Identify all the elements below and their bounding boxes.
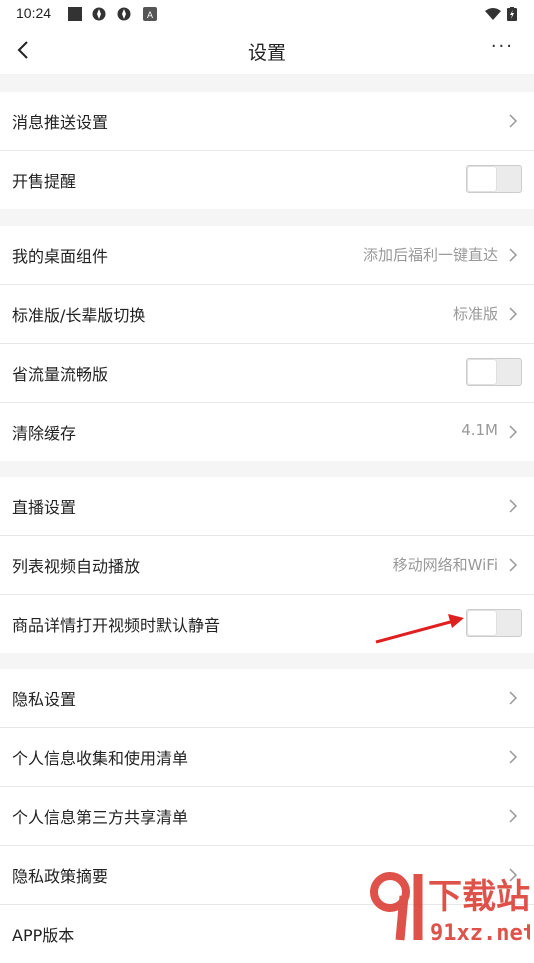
row-label: 开售提醒 xyxy=(12,172,77,191)
settings-group-notifications: 消息推送设置 开售提醒 xyxy=(0,92,534,209)
row-data-saver: 省流量流畅版 xyxy=(0,344,534,403)
row-label: 我的桌面组件 xyxy=(12,247,109,266)
row-label: 商品详情打开视频时默认静音 xyxy=(12,616,221,635)
row-label: 列表视频自动播放 xyxy=(12,557,141,576)
row-label: 隐私设置 xyxy=(12,690,77,709)
row-label: 直播设置 xyxy=(12,498,77,517)
row-label: 隐私政策摘要 xyxy=(12,867,109,886)
row-third-party-sharing[interactable]: 个人信息第三方共享清单 xyxy=(0,787,534,846)
row-desktop-widget[interactable]: 我的桌面组件 添加后福利一键直达 xyxy=(0,226,534,285)
chevron-right-icon xyxy=(509,114,518,128)
chevron-right-icon xyxy=(509,750,518,764)
row-value: 移动网络和WiFi xyxy=(392,556,498,574)
chevron-right-icon xyxy=(509,307,518,321)
row-sale-reminder: 开售提醒 xyxy=(0,151,534,209)
chevron-right-icon xyxy=(509,809,518,823)
status-bar: 10:24 A xyxy=(0,0,534,28)
a-notification-icon: A xyxy=(143,7,157,21)
gallery-notification-icon xyxy=(68,7,82,21)
row-label: 清除缓存 xyxy=(12,424,77,443)
row-version-switch[interactable]: 标准版/长辈版切换 标准版 xyxy=(0,285,534,344)
row-live-settings[interactable]: 直播设置 xyxy=(0,477,534,536)
battery-icon xyxy=(507,7,517,21)
sale-reminder-toggle[interactable] xyxy=(466,165,522,193)
more-options-icon[interactable]: ··· xyxy=(491,36,514,57)
chevron-right-icon xyxy=(509,499,518,513)
app-notification-icon xyxy=(117,7,131,21)
wifi-icon xyxy=(485,8,501,20)
row-label: 个人信息第三方共享清单 xyxy=(12,808,189,827)
row-info-collection[interactable]: 个人信息收集和使用清单 xyxy=(0,728,534,787)
default-mute-toggle[interactable] xyxy=(466,609,522,637)
watermark-logo: 下载站 91xz.net xyxy=(370,872,530,946)
row-label: 标准版/长辈版切换 xyxy=(12,306,146,325)
row-label: APP版本 xyxy=(12,926,75,945)
toggle-knob xyxy=(468,611,496,635)
row-clear-cache[interactable]: 清除缓存 4.1M xyxy=(0,403,534,461)
chevron-right-icon xyxy=(509,248,518,262)
row-label: 消息推送设置 xyxy=(12,113,109,132)
row-push-settings[interactable]: 消息推送设置 xyxy=(0,92,534,151)
status-time: 10:24 xyxy=(16,5,52,21)
row-value: 标准版 xyxy=(452,305,498,323)
row-label: 个人信息收集和使用清单 xyxy=(12,749,189,768)
annotation-arrow-icon xyxy=(375,614,464,644)
row-label: 省流量流畅版 xyxy=(12,365,109,384)
chevron-right-icon xyxy=(509,691,518,705)
nav-bar: 设置 ··· xyxy=(0,28,534,74)
row-privacy-settings[interactable]: 隐私设置 xyxy=(0,669,534,728)
toggle-knob xyxy=(468,360,496,384)
page-title: 设置 xyxy=(247,42,286,64)
watermark-url: 91xz.net xyxy=(430,921,530,946)
app-notification-icon xyxy=(92,7,106,21)
row-autoplay[interactable]: 列表视频自动播放 移动网络和WiFi xyxy=(0,536,534,595)
row-value: 添加后福利一键直达 xyxy=(362,246,498,264)
data-saver-toggle[interactable] xyxy=(466,358,522,386)
svg-text:A: A xyxy=(147,10,153,20)
row-value: 4.1M xyxy=(461,421,498,439)
chevron-right-icon xyxy=(509,558,518,572)
toggle-knob xyxy=(468,167,496,191)
chevron-right-icon xyxy=(509,425,518,439)
watermark-title: 下载站 xyxy=(428,877,530,917)
settings-group-display: 我的桌面组件 添加后福利一键直达 标准版/长辈版切换 标准版 省流量流畅版 清除… xyxy=(0,226,534,461)
